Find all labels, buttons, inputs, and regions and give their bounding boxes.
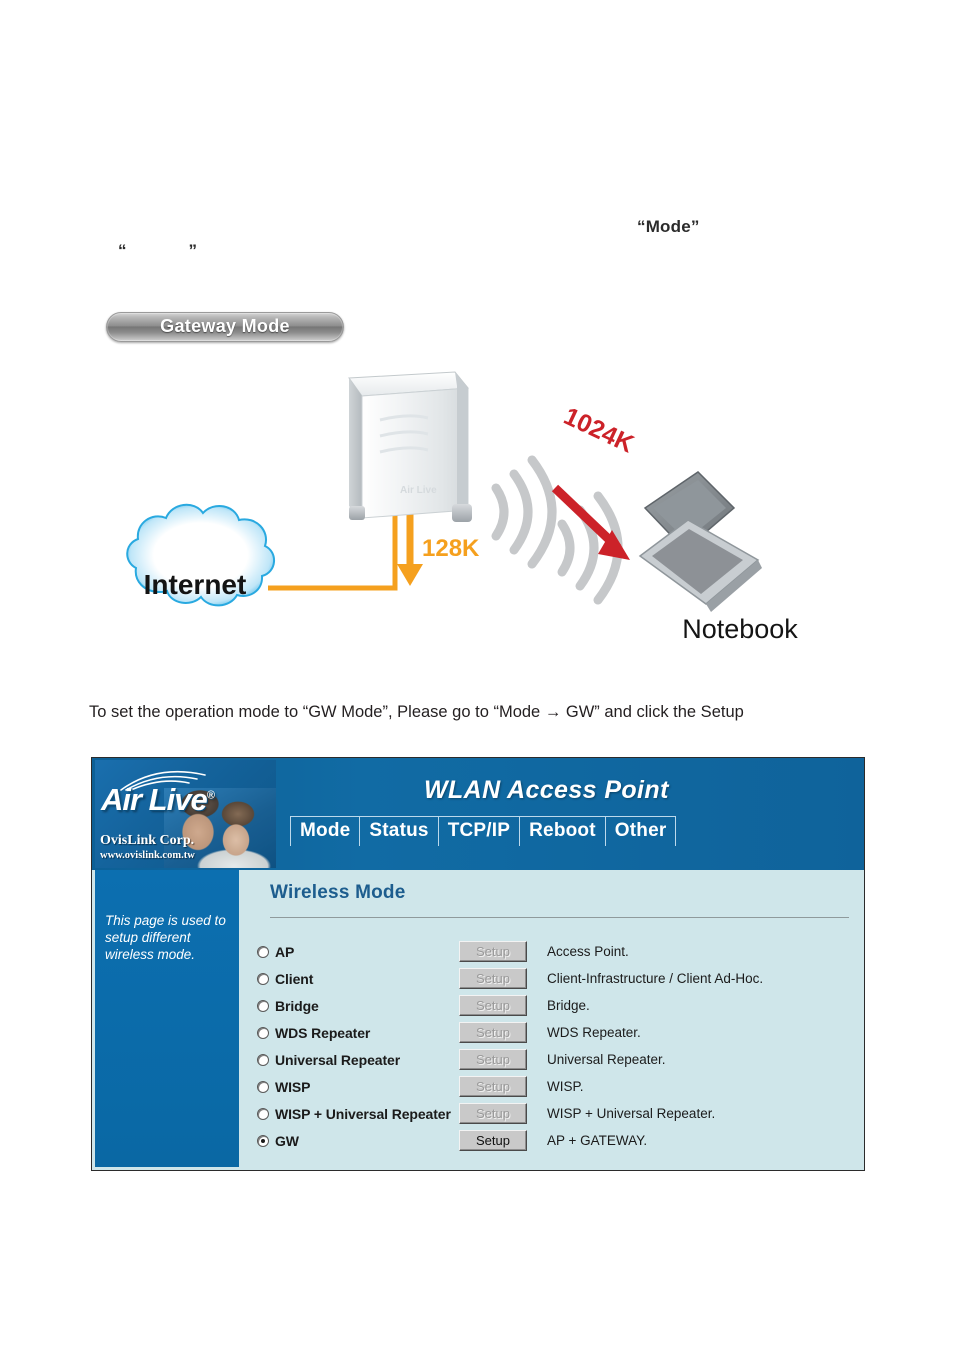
mode-row-wisp-universal-repeater: WISP + Universal Repeater Setup WISP + U… — [257, 1100, 855, 1127]
mode-row-wds-repeater: WDS Repeater Setup WDS Repeater. — [257, 1019, 855, 1046]
mode-label-bridge: Bridge — [275, 997, 319, 1014]
mode-description-gw: AP + GATEWAY. — [547, 1133, 648, 1148]
setup-cell-wisp-universal-repeater: Setup — [459, 1103, 547, 1124]
wireless-signal-arcs-icon — [491, 455, 557, 569]
tab-status[interactable]: Status — [360, 817, 439, 846]
mode-row-universal-repeater: Universal Repeater Setup Universal Repea… — [257, 1046, 855, 1073]
mode-label-universal-repeater: Universal Repeater — [275, 1051, 401, 1068]
mode-description-wisp: WISP. — [547, 1079, 584, 1094]
sidebar-help-note: This page is used to setup different wir… — [105, 913, 226, 962]
mode-row-bridge: Bridge Setup Bridge. — [257, 992, 855, 1019]
mode-radio-client[interactable]: Client — [257, 971, 459, 987]
gateway-mode-banner-label: Gateway Mode — [160, 316, 290, 336]
stray-mode-quote-text: “Mode” — [637, 217, 700, 236]
setup-cell-ap: Setup — [459, 941, 547, 962]
mode-description-bridge: Bridge. — [547, 998, 590, 1013]
mode-row-client: Client Setup Client-Infrastructure / Cli… — [257, 965, 855, 992]
setup-cell-wds-repeater: Setup — [459, 1022, 547, 1043]
wlan-speed-label: 1024K — [559, 402, 638, 459]
mode-radio-universal-repeater[interactable]: Universal Repeater — [257, 1052, 459, 1068]
mode-label-client: Client — [275, 970, 314, 987]
internet-cloud-label: Internet — [144, 569, 247, 600]
setup-button-gw[interactable]: Setup — [459, 1130, 527, 1151]
radio-wisp-universal-repeater-icon[interactable] — [257, 1107, 269, 1120]
mode-label-wds-repeater: WDS Repeater — [275, 1024, 371, 1041]
router-ui-content: Wireless Mode AP Setup Access Point. Cli… — [239, 870, 861, 1167]
wireless-mode-list: AP Setup Access Point. Client Setup Clie… — [257, 938, 855, 1154]
tab-mode[interactable]: Mode — [290, 817, 361, 846]
setup-button-wds-repeater: Setup — [459, 1022, 527, 1043]
router-ui-tabbar: Mode Status TCP/IP Reboot Other — [290, 816, 677, 846]
access-point-brand-text: Air Live — [400, 485, 437, 496]
setup-cell-universal-repeater: Setup — [459, 1049, 547, 1070]
mode-radio-ap[interactable]: AP — [257, 944, 459, 960]
mode-radio-wisp-universal-repeater[interactable]: WISP + Universal Repeater — [257, 1106, 459, 1122]
setup-button-wisp: Setup — [459, 1076, 527, 1097]
setup-button-ap: Setup — [459, 941, 527, 962]
mode-label-ap: AP — [275, 943, 295, 960]
mode-label-wisp: WISP — [275, 1078, 311, 1095]
mode-row-ap: AP Setup Access Point. — [257, 938, 855, 965]
radio-wds-repeater-icon[interactable] — [257, 1026, 269, 1039]
mode-description-ap: Access Point. — [547, 944, 629, 959]
mode-label-wisp-universal-repeater: WISP + Universal Repeater — [275, 1105, 451, 1122]
router-ui-title: WLAN Access Point — [424, 776, 669, 804]
gateway-mode-banner: Gateway Mode — [106, 312, 344, 342]
stray-empty-quote-text: “” — [118, 241, 197, 261]
mode-description-wds-repeater: WDS Repeater. — [547, 1025, 641, 1040]
router-web-ui-panel: Air Live® OvisLink Corp. www.ovislink.co… — [91, 757, 865, 1171]
quote-close: ” — [188, 241, 198, 260]
radio-bridge-icon[interactable] — [257, 999, 269, 1012]
mode-radio-gw[interactable]: GW — [257, 1133, 459, 1149]
company-website-label: www.ovislink.com.tw — [100, 850, 195, 861]
radio-wisp-icon[interactable] — [257, 1080, 269, 1093]
setup-button-universal-repeater: Setup — [459, 1049, 527, 1070]
setup-button-client: Setup — [459, 968, 527, 989]
tab-tcpip[interactable]: TCP/IP — [439, 817, 521, 846]
title-divider — [270, 917, 849, 918]
setup-button-wisp-universal-repeater: Setup — [459, 1103, 527, 1124]
setup-cell-bridge: Setup — [459, 995, 547, 1016]
mode-radio-wisp[interactable]: WISP — [257, 1079, 459, 1095]
radio-ap-icon[interactable] — [257, 945, 269, 958]
router-ui-sidebar: This page is used to setup different wir… — [95, 870, 239, 1167]
page-title: Wireless Mode — [270, 882, 406, 903]
radio-gw-icon[interactable] — [257, 1134, 269, 1147]
setup-cell-wisp: Setup — [459, 1076, 547, 1097]
mode-row-wisp: WISP Setup WISP. — [257, 1073, 855, 1100]
mode-radio-wds-repeater[interactable]: WDS Repeater — [257, 1025, 459, 1041]
mode-description-client: Client-Infrastructure / Client Ad-Hoc. — [547, 971, 764, 986]
instruction-text: To set the operation mode to “GW Mode”, … — [89, 703, 744, 721]
radio-universal-repeater-icon[interactable] — [257, 1053, 269, 1066]
notebook-label: Notebook — [682, 614, 798, 644]
mode-description-universal-repeater: Universal Repeater. — [547, 1052, 666, 1067]
radio-client-icon[interactable] — [257, 972, 269, 985]
quote-open: “ — [118, 241, 127, 260]
mode-row-gw: GW Setup AP + GATEWAY. — [257, 1127, 855, 1154]
router-ui-header: Air Live® OvisLink Corp. www.ovislink.co… — [92, 758, 864, 870]
setup-button-bridge: Setup — [459, 995, 527, 1016]
tab-reboot[interactable]: Reboot — [520, 817, 606, 846]
company-name-label: OvisLink Corp. — [100, 833, 195, 848]
wan-speed-label: 128K — [422, 535, 480, 562]
tab-other[interactable]: Other — [606, 817, 677, 846]
setup-cell-client: Setup — [459, 968, 547, 989]
mode-radio-bridge[interactable]: Bridge — [257, 998, 459, 1014]
airlive-logo: Air Live® OvisLink Corp. www.ovislink.co… — [95, 760, 276, 868]
internet-cloud-icon: Internet — [126, 503, 275, 607]
access-point-device-icon: Air Live — [348, 371, 472, 522]
network-topology-diagram: Internet Air Live 128K 1024K Notebook — [100, 360, 880, 660]
wan-link-path — [268, 510, 423, 591]
setup-cell-gw: Setup — [459, 1130, 547, 1151]
notebook-device-icon: Notebook — [638, 471, 798, 644]
registered-trademark-icon: ® — [206, 789, 215, 802]
airlive-logo-wordmark: Air Live® — [101, 782, 215, 817]
mode-label-gw: GW — [275, 1132, 299, 1149]
mode-description-wisp-universal-repeater: WISP + Universal Repeater. — [547, 1106, 716, 1121]
